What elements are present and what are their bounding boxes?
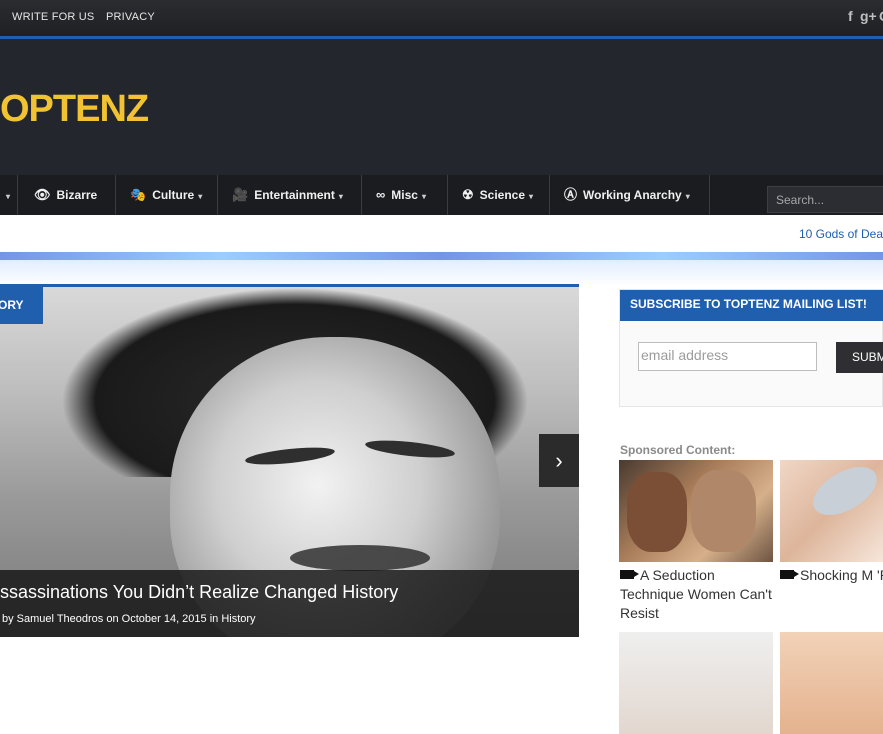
submit-button[interactable]: SUBMI [836, 342, 883, 373]
sponsored-item-2[interactable]: Shocking M 'Restores' Lost [780, 566, 883, 585]
privacy-link[interactable]: PRIVACY [106, 11, 155, 23]
chevron-right-icon: › [555, 448, 563, 473]
sponsored-thumb-4[interactable] [780, 632, 883, 734]
email-field[interactable]: email address [638, 342, 817, 371]
featured-article-meta: by Samuel Theodros on October 14, 2015 i… [2, 613, 256, 625]
news-ticker: 10 Gods of Dea [0, 215, 883, 253]
featured-slider[interactable]: ORY › ssassinations You Didn’t Realize C… [0, 284, 579, 637]
sponsored-item-2-title[interactable]: Shocking M 'Restores' Lost [800, 567, 883, 583]
sponsored-label: Sponsored Content: [620, 443, 736, 457]
nav-item-misc[interactable]: ∞ Misc ▾ [362, 175, 448, 215]
featured-article-title[interactable]: ssassinations You Didn’t Realize Changed… [0, 582, 398, 603]
facebook-icon[interactable]: f [848, 8, 853, 24]
nav-label-culture: Culture [152, 188, 195, 202]
sponsored-thumb-3[interactable] [619, 632, 773, 734]
subscribe-widget: SUBSCRIBE TO TOPTENZ MAILING LIST! email… [619, 289, 883, 407]
anarchy-icon: Ⓐ [564, 187, 578, 202]
nav-label-bizarre: Bizarre [56, 188, 98, 202]
theater-masks-icon: 🎭 [130, 187, 147, 202]
nav-item-entertainment[interactable]: 🎥 Entertainment ▾ [218, 175, 362, 215]
sponsored-item-1-title[interactable]: A Seduction Technique Women Can't Resist [620, 567, 772, 621]
camera-icon: 🎥 [232, 187, 249, 202]
thumb-person-right [691, 470, 756, 552]
slider-next-button[interactable]: › [539, 434, 579, 487]
sponsored-thumb-1[interactable] [619, 460, 773, 562]
nav-item-working-anarchy[interactable]: Ⓐ Working Anarchy ▾ [550, 175, 710, 215]
video-camera-icon [620, 570, 639, 579]
ticker-link[interactable]: 10 Gods of Dea [799, 227, 883, 241]
nav-item-bizarre[interactable]: 👁 Bizarre [18, 175, 116, 215]
google-plus-icon[interactable]: g+ [860, 8, 877, 24]
rss-icon[interactable]: G [879, 8, 883, 24]
radiation-icon: ☢ [462, 187, 474, 202]
search-input[interactable]: Search... [767, 186, 883, 213]
nav-label-working-anarchy: Working Anarchy [583, 188, 682, 202]
thumb-brush-shape [805, 460, 883, 525]
nav-label-science: Science [479, 188, 526, 202]
nav-item-science[interactable]: ☢ Science ▾ [448, 175, 550, 215]
nav-item-partial[interactable]: ▾ [0, 175, 18, 215]
slider-caption: ssassinations You Didn’t Realize Changed… [0, 570, 579, 637]
category-badge[interactable]: ORY [0, 287, 43, 324]
video-camera-icon [780, 570, 799, 579]
subscribe-title: SUBSCRIBE TO TOPTENZ MAILING LIST! [620, 290, 883, 321]
sponsored-thumb-2[interactable] [780, 460, 883, 562]
write-for-us-link[interactable]: WRITE FOR US [12, 11, 94, 23]
thumb-person-left [627, 472, 687, 552]
infinity-icon: ∞ [376, 187, 386, 202]
nav-item-culture[interactable]: 🎭 Culture ▾ [116, 175, 218, 215]
eye-icon: 👁 [34, 187, 51, 202]
top-bar: WRITE FOR US PRIVACY f g+ G [0, 0, 883, 36]
site-logo[interactable]: OPTENZ [0, 88, 149, 131]
nav-label-entertainment: Entertainment [254, 188, 335, 202]
nav-label-misc: Misc [391, 188, 418, 202]
photo-mustache [290, 545, 430, 571]
main-nav: ▾ 👁 Bizarre 🎭 Culture ▾ 🎥 Entertainment ▾ ∞ Mi… [0, 175, 883, 215]
sponsored-item-1[interactable]: A Seduction Technique Women Can't Resist [620, 566, 778, 623]
decorative-glow-band [0, 252, 883, 286]
